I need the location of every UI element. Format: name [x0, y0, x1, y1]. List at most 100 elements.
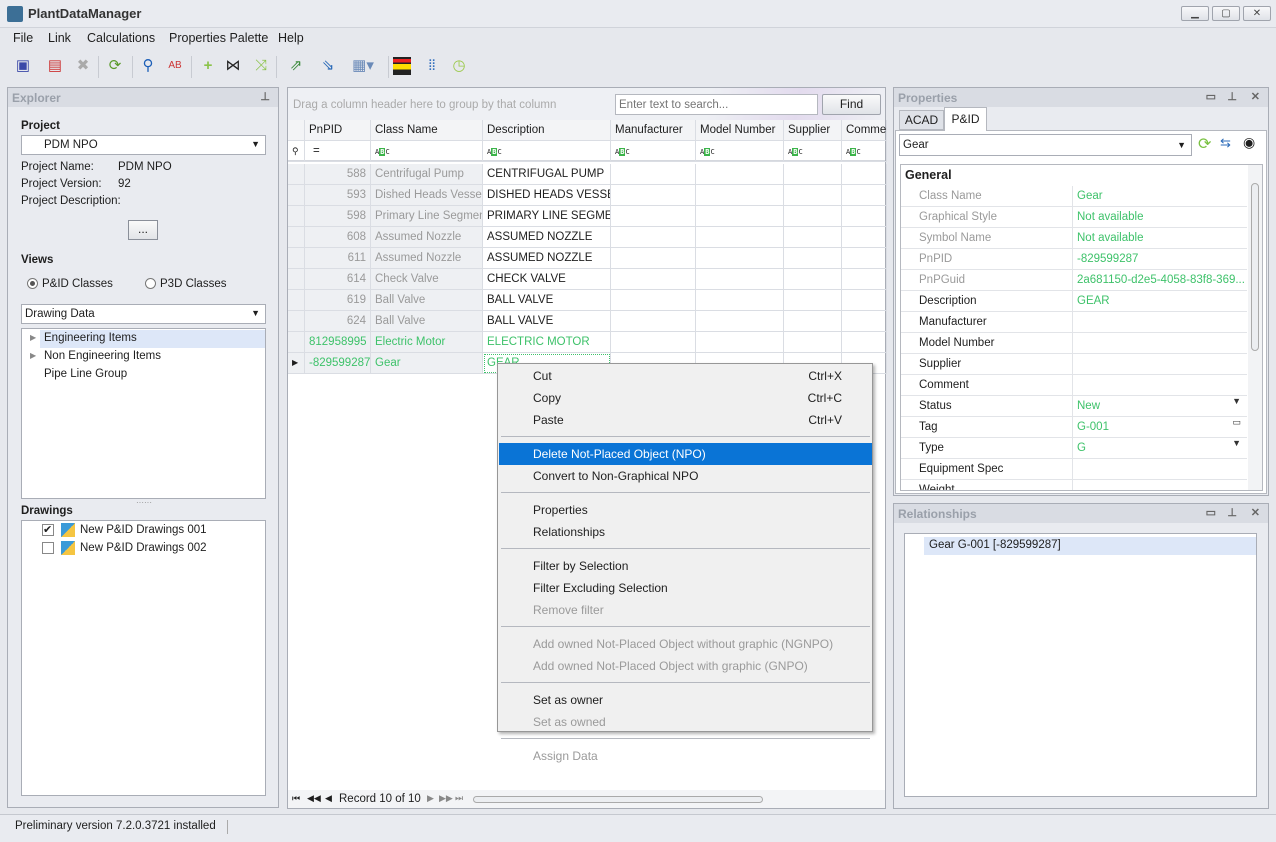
- menu-item-set-as-owner[interactable]: Set as owner: [499, 689, 872, 711]
- radio-pid-classes[interactable]: [27, 278, 38, 289]
- expand-icon[interactable]: ▶: [30, 351, 36, 360]
- minimize-button[interactable]: ▁: [1181, 6, 1209, 21]
- table-row[interactable]: 624 Ball Valve BALL VALVE: [288, 311, 887, 332]
- drawing-checkbox-unchecked[interactable]: [42, 542, 54, 554]
- table-row[interactable]: 812958995 Electric Motor ELECTRIC MOTOR: [288, 332, 887, 353]
- filter-cell[interactable]: ABC: [696, 141, 784, 162]
- tree-item-pipe-line-group[interactable]: Pipe Line Group: [44, 368, 127, 380]
- delete-icon[interactable]: ✖: [73, 56, 93, 76]
- menu-calculations[interactable]: Calculations: [87, 31, 155, 45]
- property-value[interactable]: [1074, 354, 1247, 375]
- property-value[interactable]: [1074, 312, 1247, 333]
- cell-empty[interactable]: [784, 206, 842, 227]
- ellipsis-button-icon[interactable]: ▭: [1232, 417, 1241, 428]
- filter-operator-equals[interactable]: =: [305, 141, 371, 162]
- property-row-tag[interactable]: Tag G-001 ▭: [901, 417, 1247, 438]
- splitter-handle[interactable]: ······: [136, 498, 152, 507]
- menu-item-filter-excluding-selection[interactable]: Filter Excluding Selection: [499, 577, 872, 599]
- export-icon[interactable]: ⇗: [286, 56, 306, 76]
- cell-empty[interactable]: [784, 164, 842, 185]
- cell-empty[interactable]: [611, 290, 696, 311]
- first-record-icon[interactable]: ⏮: [292, 793, 300, 804]
- cell-empty[interactable]: [842, 164, 887, 185]
- column-header-manufacturer[interactable]: Manufacturer: [611, 120, 696, 141]
- cell-description[interactable]: ASSUMED NOZZLE: [483, 248, 611, 269]
- cell-empty[interactable]: [611, 269, 696, 290]
- vertical-scrollbar[interactable]: [1248, 165, 1262, 490]
- cell-empty[interactable]: [696, 290, 784, 311]
- tree-item-non-engineering-items[interactable]: Non Engineering Items: [44, 350, 161, 362]
- property-row-status[interactable]: Status New ▼: [901, 396, 1247, 417]
- cell-empty[interactable]: [611, 332, 696, 353]
- cell-description[interactable]: ELECTRIC MOTOR: [483, 332, 611, 353]
- cell-empty[interactable]: [784, 248, 842, 269]
- property-row-supplier[interactable]: Supplier: [901, 354, 1247, 375]
- pin-icon[interactable]: ⊥: [260, 90, 270, 103]
- table-row[interactable]: 619 Ball Valve BALL VALVE: [288, 290, 887, 311]
- close-button[interactable]: ✕: [1243, 6, 1271, 21]
- menu-item-cut[interactable]: Cut Ctrl+X: [499, 365, 872, 387]
- add-connector-icon[interactable]: ⋈: [223, 56, 243, 76]
- menu-properties-palette[interactable]: Properties Palette: [169, 31, 268, 45]
- cell-empty[interactable]: [611, 185, 696, 206]
- property-row-description[interactable]: Description GEAR: [901, 291, 1247, 312]
- menu-item-convert-to-non-graphical-npo[interactable]: Convert to Non-Graphical NPO: [499, 465, 872, 487]
- menu-item-paste[interactable]: Paste Ctrl+V: [499, 409, 872, 431]
- property-row-type[interactable]: Type G ▼: [901, 438, 1247, 459]
- maximize-panel-icon[interactable]: ▭: [1206, 90, 1216, 103]
- refresh-icon[interactable]: ⟳: [105, 56, 125, 76]
- search-icon[interactable]: ⚲: [138, 56, 158, 76]
- tab-pid[interactable]: P&ID: [944, 107, 987, 131]
- import-icon[interactable]: ⇘: [318, 56, 338, 76]
- chevron-down-icon[interactable]: ▼: [1232, 438, 1241, 448]
- drawing-checkbox-checked[interactable]: ✔: [42, 524, 54, 536]
- grid-layout-icon[interactable]: ▦▾: [348, 56, 378, 76]
- tab-acad[interactable]: ACAD: [899, 110, 944, 130]
- table-row[interactable]: 608 Assumed Nozzle ASSUMED NOZZLE: [288, 227, 887, 248]
- next-record-icon[interactable]: ▶: [427, 793, 434, 804]
- pin-icon[interactable]: ⊥: [1227, 506, 1237, 519]
- cell-empty[interactable]: [842, 227, 887, 248]
- filter-cell[interactable]: ABC: [842, 141, 887, 162]
- property-row-model-number[interactable]: Model Number: [901, 333, 1247, 354]
- cell-description[interactable]: BALL VALVE: [483, 311, 611, 332]
- cell-empty[interactable]: [784, 227, 842, 248]
- menu-item-filter-by-selection[interactable]: Filter by Selection: [499, 555, 872, 577]
- table-row[interactable]: 598 Primary Line Segment PRIMARY LINE SEGM…: [288, 206, 887, 227]
- property-row-comment[interactable]: Comment: [901, 375, 1247, 396]
- project-dropdown[interactable]: PDM NPO ▼: [21, 135, 266, 155]
- cell-empty[interactable]: [611, 248, 696, 269]
- column-header-pnpid[interactable]: PnPID: [305, 120, 371, 141]
- refresh-icon[interactable]: ⟳: [1198, 134, 1211, 154]
- cell-description[interactable]: ASSUMED NOZZLE: [483, 227, 611, 248]
- column-header-supplier[interactable]: Supplier: [784, 120, 842, 141]
- next-page-icon[interactable]: ▶▶: [439, 793, 453, 804]
- cell-empty[interactable]: [696, 269, 784, 290]
- cell-empty[interactable]: [611, 164, 696, 185]
- cell-description[interactable]: CENTRIFUGAL PUMP: [483, 164, 611, 185]
- close-panel-icon[interactable]: ✕: [1251, 506, 1260, 519]
- chevron-down-icon[interactable]: ▼: [1232, 396, 1241, 406]
- save-icon[interactable]: ▣: [13, 56, 33, 76]
- color-rows-icon[interactable]: [393, 57, 411, 75]
- property-value[interactable]: [1074, 375, 1247, 396]
- object-dropdown[interactable]: Gear ▼: [899, 134, 1192, 156]
- history-icon[interactable]: ◷: [449, 56, 469, 76]
- cell-empty[interactable]: [696, 311, 784, 332]
- maximize-panel-icon[interactable]: ▭: [1206, 506, 1216, 519]
- table-row[interactable]: 588 Centrifugal Pump CENTRIFUGAL PUMP: [288, 164, 887, 185]
- menu-item-delete-not-placed-object-npo[interactable]: Delete Not-Placed Object (NPO): [499, 443, 872, 465]
- maximize-button[interactable]: ▢: [1212, 6, 1240, 21]
- pin-icon[interactable]: ⊥: [1227, 90, 1237, 103]
- cell-empty[interactable]: [611, 227, 696, 248]
- prev-record-icon[interactable]: ◀: [325, 793, 332, 804]
- cell-empty[interactable]: [784, 269, 842, 290]
- cell-description[interactable]: DISHED HEADS VESSEL: [483, 185, 611, 206]
- property-value[interactable]: [1074, 480, 1247, 490]
- prev-page-icon[interactable]: ◀◀: [307, 793, 321, 804]
- cell-empty[interactable]: [611, 206, 696, 227]
- filter-cell[interactable]: ABC: [483, 141, 611, 162]
- filter-cell[interactable]: ABC: [371, 141, 483, 162]
- drawing-item-002[interactable]: New P&ID Drawings 002: [80, 542, 207, 554]
- cell-empty[interactable]: [696, 206, 784, 227]
